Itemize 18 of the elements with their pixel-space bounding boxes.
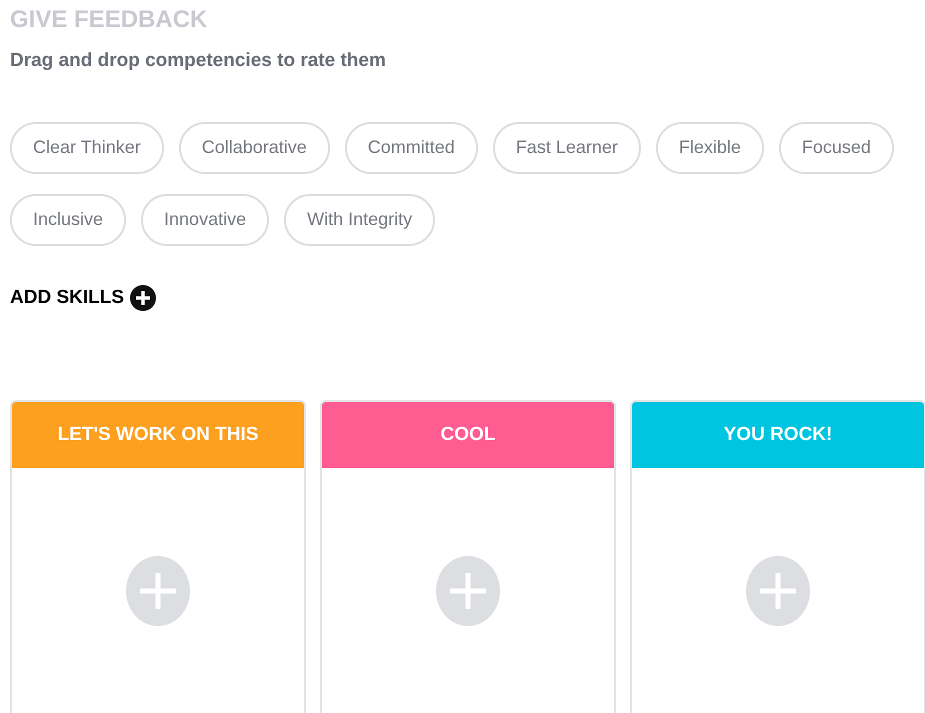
plus-circle-icon: [130, 284, 156, 311]
column-header: YOU ROCK!: [632, 402, 924, 468]
skill-chip[interactable]: Innovative: [141, 194, 270, 246]
skill-chip[interactable]: Clear Thinker: [10, 122, 164, 174]
skill-chip[interactable]: With Integrity: [284, 194, 436, 246]
skill-chip[interactable]: Flexible: [656, 122, 764, 174]
skill-chip[interactable]: Collaborative: [178, 122, 330, 174]
add-skills-button[interactable]: ADD SKILLS: [10, 284, 156, 312]
column-header: COOL: [322, 402, 614, 468]
page-subtitle: Drag and drop competencies to rate them: [10, 49, 387, 73]
column-header: LET'S WORK ON THIS: [12, 402, 304, 468]
add-icon[interactable]: [436, 556, 500, 626]
skill-chip[interactable]: Focused: [778, 122, 894, 174]
skill-chip[interactable]: Committed: [344, 122, 478, 174]
add-icon[interactable]: [746, 556, 810, 626]
add-icon[interactable]: [126, 556, 190, 626]
skill-chip[interactable]: Fast Learner: [492, 122, 641, 174]
skill-chip[interactable]: Inclusive: [10, 194, 126, 246]
